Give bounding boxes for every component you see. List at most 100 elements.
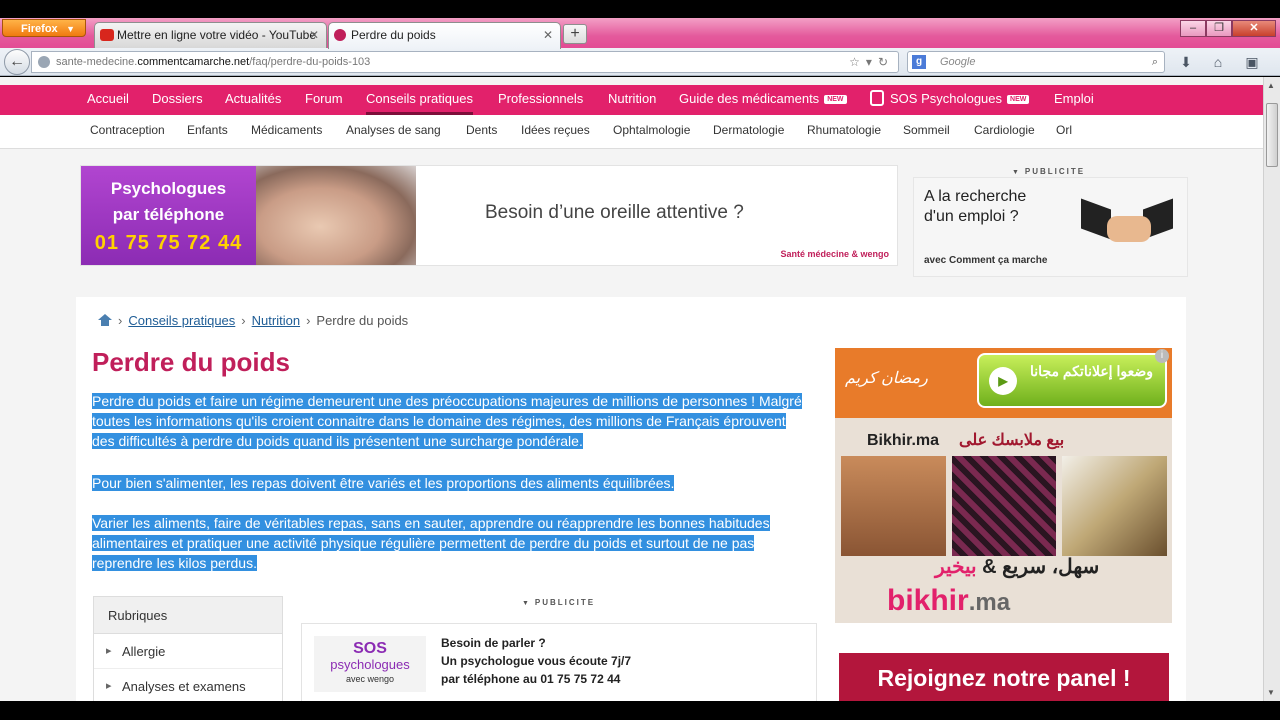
subnav-item[interactable]: Idées reçues <box>521 115 590 146</box>
subnav-item[interactable]: Orl <box>1056 115 1072 146</box>
globe-icon <box>38 56 50 68</box>
url-bar[interactable]: sante-medecine.commentcamarche.net/faq/p… <box>31 51 899 73</box>
back-icon[interactable]: ← <box>4 49 30 75</box>
subnav-item[interactable]: Médicaments <box>251 115 322 146</box>
bikhir-arabic-line: بيع ملابسك على <box>959 432 1065 449</box>
banner-photo <box>256 166 416 265</box>
sos-line-2: Un psychologue vous écoute 7j/7 <box>441 654 632 668</box>
bikhir-logo: bikhir.ma <box>887 584 1010 618</box>
tab-youtube[interactable]: Mettre en ligne votre vidéo - YouTube ✕ <box>94 22 327 48</box>
page-title: Perdre du poids <box>92 347 290 377</box>
subnav-item[interactable]: Rhumatologie <box>807 115 881 146</box>
nav-item-actualites[interactable]: Actualités <box>225 85 281 115</box>
maximize-icon[interactable]: ❐ <box>1206 20 1232 37</box>
sos-psychologues-ad[interactable]: SOS psychologues avec wengo Besoin de pa… <box>301 623 817 701</box>
sos-logo-line-1: SOS <box>353 640 387 657</box>
download-icon[interactable]: ⬇ <box>1175 52 1197 72</box>
url-path: /faq/perdre-du-poids-103 <box>249 56 371 68</box>
banner-title-line-1: Psychologues <box>110 179 227 198</box>
emploi-side-ad[interactable]: A la recherche d'un emploi ? avec Commen… <box>913 177 1188 277</box>
rubrique-item[interactable]: Analyses et examens <box>94 669 282 701</box>
banner-title: Psychologues par téléphone <box>81 176 256 228</box>
bikhir-headline: Bikhir.ma بيع ملابسك على <box>867 430 1064 450</box>
banner-phone-panel: Psychologues par téléphone 01 75 75 72 4… <box>81 166 256 265</box>
psychologues-banner-ad[interactable]: Psychologues par téléphone 01 75 75 72 4… <box>80 165 898 266</box>
breadcrumb-link[interactable]: Nutrition <box>252 313 300 328</box>
product-image <box>951 456 1057 556</box>
publicite-label: PUBLICITE <box>522 598 595 607</box>
nav-item-accueil[interactable]: Accueil <box>87 85 129 115</box>
subnav-item[interactable]: Dents <box>466 115 497 146</box>
play-icon: ▶ <box>989 367 1017 395</box>
nav-item-guide-medicaments[interactable]: Guide des médicaments NEW <box>679 85 847 115</box>
banner-phone-number: 01 75 75 72 44 <box>94 232 243 254</box>
nav-item-nutrition[interactable]: Nutrition <box>608 85 656 115</box>
home-icon[interactable] <box>98 314 112 326</box>
banner-logos: Santé médecine & wengo <box>780 249 889 259</box>
firefox-menu-button[interactable]: Firefox ▼ <box>2 19 86 37</box>
star-icon[interactable]: ☆ <box>849 55 866 69</box>
url-prefix: sante-medecine. <box>56 56 138 68</box>
chevron-down-icon: ▼ <box>66 24 75 34</box>
bikhir-ad[interactable]: رمضان كريم ▶ وضعوا إعلاناتكم مجانا i Bik… <box>835 348 1172 623</box>
bikhir-cta-label: وضعوا إعلاناتكم مجانا <box>1030 363 1153 379</box>
tab-youtube-label: Mettre en ligne votre vidéo - YouTube <box>117 28 317 42</box>
firefox-menu-label: Firefox <box>21 23 58 35</box>
scrollbar-thumb[interactable] <box>1266 103 1278 167</box>
nav-item-emploi[interactable]: Emploi <box>1054 85 1094 115</box>
subnav-item[interactable]: Enfants <box>187 115 228 146</box>
close-icon[interactable]: ✕ <box>309 23 319 47</box>
side-ad-line-2: d'un emploi ? <box>924 208 1019 225</box>
subnav-item[interactable]: Sommeil <box>903 115 950 146</box>
scroll-down-icon[interactable]: ▼ <box>1267 688 1275 697</box>
info-icon[interactable]: i <box>1155 349 1169 363</box>
rubriques-header: Rubriques <box>94 597 282 634</box>
new-badge: NEW <box>824 95 847 104</box>
nav-item-forum[interactable]: Forum <box>305 85 343 115</box>
product-image <box>841 456 946 556</box>
dropdown-icon[interactable]: ▾ <box>866 55 878 69</box>
bikhir-cta[interactable]: ▶ وضعوا إعلاناتكم مجانا <box>977 353 1167 408</box>
screen-bottom-border <box>0 701 1280 720</box>
scroll-up-icon[interactable]: ▲ <box>1267 81 1275 90</box>
subnav-item[interactable]: Analyses de sang <box>346 115 441 146</box>
search-bar[interactable]: g Google ⌕ <box>907 51 1165 73</box>
article-paragraph: Pour bien s'alimenter, les repas doivent… <box>92 473 812 493</box>
subnav-item[interactable]: Contraception <box>90 115 165 146</box>
sos-logo-line-3: avec wengo <box>345 674 395 684</box>
bikhir-tagline-a: سهل، سريع & <box>976 556 1100 578</box>
nav-item-sos-psychologues[interactable]: SOS Psychologues NEW <box>870 85 1030 115</box>
subnav-item[interactable]: Dermatologie <box>713 115 784 146</box>
phone-icon <box>870 90 884 106</box>
tab-perdre-du-poids[interactable]: Perdre du poids ✕ <box>328 22 561 49</box>
google-icon[interactable]: g <box>912 55 926 69</box>
search-icon[interactable]: ⌕ <box>1152 52 1158 72</box>
bikhir-site: Bikhir.ma <box>867 432 940 449</box>
sos-line-1: Besoin de parler ? <box>441 636 546 650</box>
page-scrollbar[interactable]: ▲ ▼ <box>1263 77 1280 701</box>
new-tab-button[interactable]: + <box>563 24 587 44</box>
selected-text: Pour bien s'alimenter, les repas doivent… <box>92 475 675 491</box>
browser-titlebar: Firefox ▼ Mettre en ligne votre vidéo - … <box>0 18 1280 49</box>
screen-top-border <box>0 0 1280 18</box>
rubrique-item[interactable]: Allergie <box>94 634 282 669</box>
tab-perdre-du-poids-label: Perdre du poids <box>351 28 436 42</box>
nav-item-dossiers[interactable]: Dossiers <box>152 85 203 115</box>
panel-ad[interactable]: Rejoignez notre panel ! <box>839 653 1169 701</box>
reload-icon[interactable]: ↻ <box>878 55 894 69</box>
bikhir-tagline-b: بيخير <box>935 556 977 578</box>
bikhir-top-band: رمضان كريم ▶ وضعوا إعلاناتكم مجانا <box>835 348 1172 418</box>
close-window-icon[interactable]: ✕ <box>1232 20 1276 37</box>
side-ad-question: A la recherche d'un emploi ? <box>924 187 1026 227</box>
addon-icon[interactable]: ▣ <box>1241 52 1263 72</box>
breadcrumb-link[interactable]: Conseils pratiques <box>128 313 235 328</box>
banner-title-line-2: par téléphone <box>112 205 225 224</box>
minimize-icon[interactable]: – <box>1180 20 1206 37</box>
home-icon[interactable]: ⌂ <box>1207 52 1229 72</box>
subnav-item[interactable]: Cardiologie <box>974 115 1035 146</box>
nav-item-conseils-pratiques[interactable]: Conseils pratiques <box>366 85 473 115</box>
subnav-item[interactable]: Ophtalmologie <box>613 115 690 146</box>
nav-item-professionnels[interactable]: Professionnels <box>498 85 583 115</box>
nav-item-guide-label: Guide des médicaments <box>679 91 820 106</box>
close-icon[interactable]: ✕ <box>543 23 553 47</box>
